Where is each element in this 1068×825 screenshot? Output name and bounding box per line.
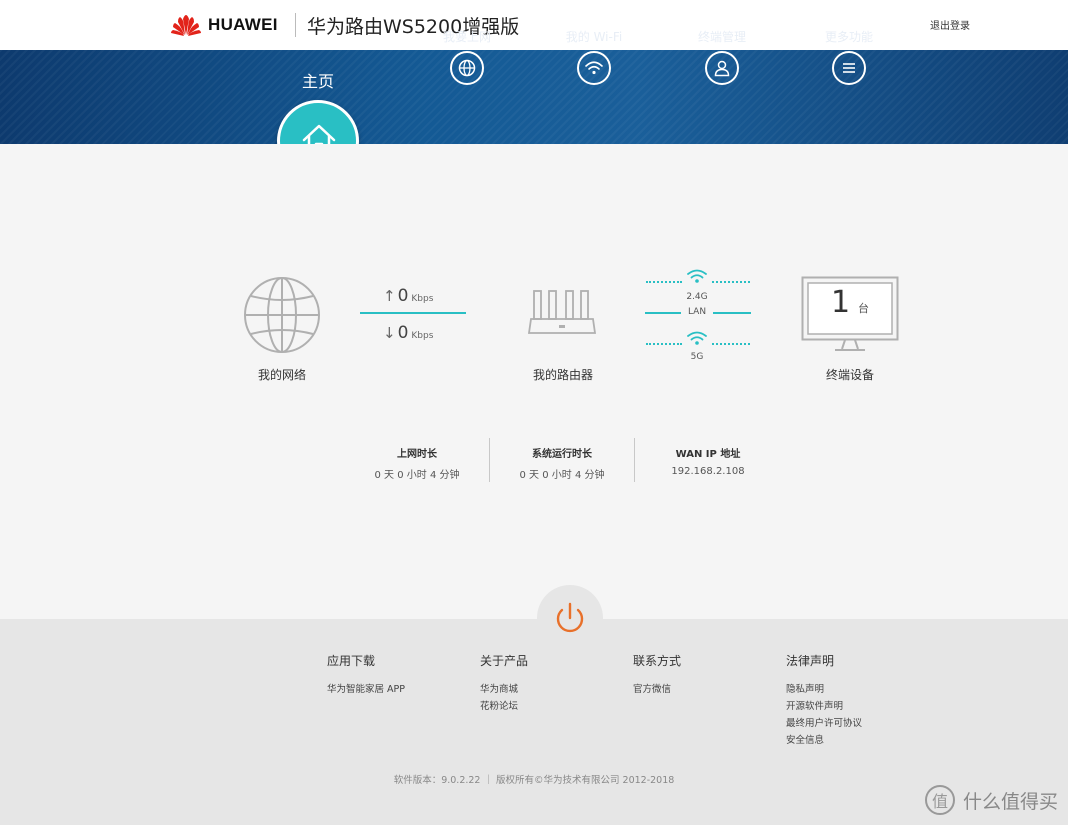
lan-line-right: [713, 312, 751, 314]
nav-more-label: 更多功能: [824, 30, 873, 44]
up-arrow-icon: ↑: [383, 287, 396, 305]
nav-devices-label: 终端管理: [697, 30, 746, 44]
footer-link[interactable]: 隐私声明: [786, 681, 862, 698]
footer-col-product: 关于产品 华为商城 花粉论坛: [480, 652, 528, 715]
online-duration-title: 上网时长: [397, 449, 437, 460]
nav-more[interactable]: 更多功能: [794, 28, 904, 85]
footer-link[interactable]: 华为智能家居 APP: [327, 681, 405, 698]
wifi-5g-icon: [687, 331, 707, 345]
network-globe-icon[interactable]: [243, 276, 321, 354]
huawei-petals-icon: [171, 15, 201, 36]
download-unit: Kbps: [411, 331, 434, 341]
wifi-24g-icon: [687, 269, 707, 283]
header-divider: [295, 13, 296, 37]
menu-icon: [832, 51, 866, 85]
nav-home-label: 主页: [301, 72, 334, 91]
user-icon: [705, 51, 739, 85]
wan-link-line: [360, 312, 466, 314]
download-value: 0: [397, 323, 409, 343]
huawei-logo: HUAWEI: [170, 13, 278, 37]
uptime-title: 系统运行时长: [532, 449, 592, 460]
stat-divider: [489, 438, 490, 482]
device-count: 1台: [808, 285, 892, 327]
footer: [0, 619, 1068, 825]
footer-link[interactable]: 花粉论坛: [480, 698, 528, 715]
band-5g-line-left: [646, 343, 682, 347]
footer-col-download: 应用下载 华为智能家居 APP: [327, 652, 405, 698]
footer-col-contact: 联系方式 官方微信: [633, 652, 681, 698]
globe-icon: [450, 51, 484, 85]
download-speed: ↓ 0 Kbps: [383, 323, 433, 343]
device-count-unit: 台: [858, 302, 870, 315]
logout-link[interactable]: 退出登录: [930, 17, 970, 32]
band-24g-line-left: [646, 281, 682, 285]
nav-devices[interactable]: 终端管理: [667, 28, 777, 85]
router-icon[interactable]: [528, 289, 596, 337]
footer-link[interactable]: 开源软件声明: [786, 698, 862, 715]
band-24g-label: 2.4G: [686, 292, 708, 302]
footer-col-title: 关于产品: [480, 654, 529, 668]
watermark-logo-icon: 值: [924, 785, 955, 815]
upload-value: 0: [397, 286, 409, 306]
uptime-value: 0 天 0 小时 4 分钟: [519, 470, 605, 481]
wifi-icon: [577, 51, 611, 85]
wan-ip-title: WAN IP 地址: [675, 449, 741, 460]
band-5g-line-right: [712, 343, 750, 347]
power-button[interactable]: [537, 585, 603, 651]
devices-label: 终端设备: [825, 368, 874, 382]
footer-col-title: 应用下载: [327, 654, 376, 668]
footer-link[interactable]: 华为商城: [480, 681, 528, 698]
band-24g-line-right: [712, 281, 750, 285]
wan-ip-value: 192.168.2.108: [671, 466, 745, 477]
footer-col-legal: 法律声明 隐私声明 开源软件声明 最终用户许可协议 安全信息: [786, 652, 862, 749]
footer-col-title: 联系方式: [633, 654, 682, 668]
footer-link[interactable]: 官方微信: [633, 681, 681, 698]
router-label: 我的路由器: [532, 368, 593, 382]
brand-text: HUAWEI: [208, 15, 278, 34]
band-5g-label: 5G: [690, 352, 704, 362]
online-duration-value: 0 天 0 小时 4 分钟: [374, 470, 460, 481]
network-label: 我的网络: [257, 368, 306, 382]
copyright-text: 软件版本：9.0.2.22 ｜ 版权所有©华为技术有限公司 2012-2018: [393, 775, 675, 786]
stat-divider: [634, 438, 635, 482]
nav-wifi-label: 我的 Wi-Fi: [565, 30, 623, 44]
down-arrow-icon: ↓: [383, 324, 396, 342]
power-icon: [556, 602, 584, 633]
footer-link[interactable]: 安全信息: [786, 732, 862, 749]
nav-internet-label: 我要上网: [442, 30, 491, 44]
device-count-value: 1: [830, 285, 851, 320]
upload-speed: ↑ 0 Kbps: [383, 286, 433, 306]
watermark: 值 什么值得买: [924, 785, 1058, 815]
footer-col-title: 法律声明: [786, 654, 835, 668]
nav-wifi[interactable]: 我的 Wi-Fi: [539, 28, 649, 85]
watermark-text: 什么值得买: [962, 790, 1058, 813]
top-header: HUAWEI 华为路由WS5200增强版 退出登录: [0, 0, 1068, 50]
footer-link[interactable]: 最终用户许可协议: [786, 715, 862, 732]
nav-band: [0, 50, 1068, 144]
upload-unit: Kbps: [411, 294, 434, 304]
nav-internet[interactable]: 我要上网: [412, 28, 522, 85]
